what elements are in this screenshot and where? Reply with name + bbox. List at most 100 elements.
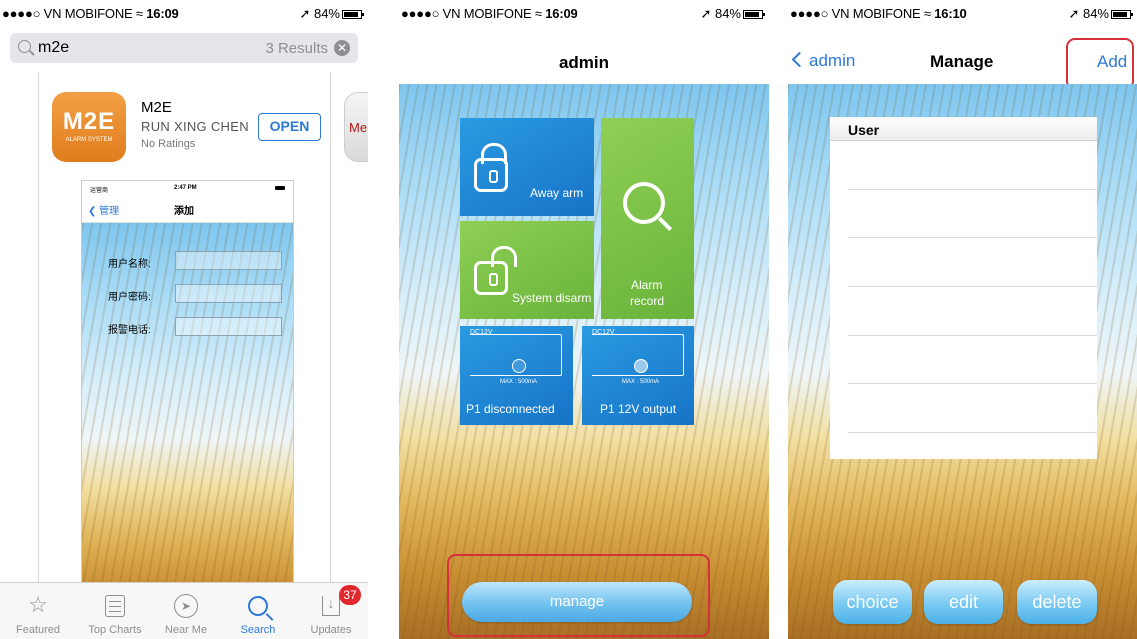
table-row[interactable]: [848, 383, 1097, 384]
alarm-record-label: record: [630, 294, 665, 308]
back-label: admin: [809, 51, 856, 70]
tab-top-charts[interactable]: Top Charts: [79, 583, 151, 639]
search-results: M2E ALARM SYSTEM M2E RUN XING CHEN No Ra…: [0, 72, 368, 638]
p1-disconnected-label: P1 disconnected: [466, 402, 555, 416]
status-bar: ●●●●○ VN MOBIFONE ≈ 16:10 ➚ 84%: [788, 0, 1137, 26]
tab-label: Near Me: [164, 624, 208, 636]
tab-label: Updates: [310, 624, 352, 636]
circuit-voltage: DC12V: [470, 329, 493, 336]
p1-output-label: P1 12V output: [600, 402, 677, 416]
tab-near-me[interactable]: ➤ Near Me: [150, 583, 222, 639]
screenshot-back-label: 管理: [99, 206, 120, 217]
tab-search[interactable]: Search: [222, 583, 294, 639]
screenshot-back-chevron-icon: ❮: [88, 206, 97, 217]
status-time: 16:09: [146, 6, 179, 21]
choice-button[interactable]: choice: [833, 580, 912, 624]
next-app-icon[interactable]: Me: [344, 92, 368, 162]
status-bar: ●●●●○ VN MOBIFONE ≈ 16:09 ➚ 84%: [399, 0, 769, 26]
appstore-screen: ●●●●○ VN MOBIFONE ≈ 16:09 ➚ 84% m2e 3 Re…: [0, 0, 368, 639]
open-button[interactable]: OPEN: [258, 113, 321, 141]
screenshot-input-field: [175, 317, 282, 336]
add-highlight-box: [1066, 38, 1134, 90]
delete-button[interactable]: delete: [1017, 580, 1097, 624]
screenshot-battery-icon: [275, 186, 285, 190]
p1-output-tile[interactable]: DC12V MAX : 500mA P1 12V output: [582, 326, 694, 425]
app-screenshot[interactable]: 运营商 2:47 PM ❮ 管理 添加 用户名称: 用户密码: 报警电话: 保存: [81, 180, 294, 638]
alarm-record-label: Alarm: [631, 278, 663, 292]
table-row[interactable]: [848, 237, 1097, 238]
table-row[interactable]: [848, 189, 1097, 190]
carrier-label: ●●●●○ VN MOBIFONE: [401, 6, 532, 21]
screenshot-field-label: 用户密码:: [108, 292, 151, 303]
page-title: Manage: [930, 52, 994, 71]
circuit-max: MAX : 500mA: [500, 379, 538, 385]
admin-screen: ●●●●○ VN MOBIFONE ≈ 16:09 ➚ 84% admin Aw…: [399, 0, 769, 639]
carrier-label: ●●●●○ VN MOBIFONE: [2, 6, 133, 21]
location-arrow-icon: ➚: [1068, 6, 1080, 21]
circuit-open-icon: DC12V MAX : 500mA: [470, 329, 562, 385]
tab-updates[interactable]: ↓ 37 Updates: [295, 583, 367, 639]
table-row[interactable]: [848, 335, 1097, 336]
edit-button[interactable]: edit: [924, 580, 1003, 624]
system-disarm-tile[interactable]: System disarm: [460, 221, 594, 319]
app-icon-subtext: ALARM SYSTEM: [65, 137, 113, 143]
chevron-left-icon: [791, 51, 808, 68]
away-arm-label: Away arm: [530, 186, 584, 200]
tab-label: Search: [240, 624, 276, 636]
magnifier-icon: [623, 182, 665, 224]
table-row[interactable]: [848, 432, 1097, 433]
back-button[interactable]: admin: [791, 51, 856, 71]
search-bar[interactable]: m2e 3 Results ✕: [10, 33, 358, 63]
screenshot-time: 2:47 PM: [174, 185, 197, 191]
p1-disconnected-tile[interactable]: DC12V MAX : 500mA P1 disconnected: [460, 326, 573, 425]
navbar: admin: [399, 26, 769, 84]
location-arrow-icon: ➚: [700, 6, 712, 21]
clear-search-icon[interactable]: ✕: [334, 40, 350, 56]
circuit-voltage: DC12V: [592, 329, 615, 336]
wifi-icon: ≈: [923, 6, 931, 21]
location-icon: ➤: [174, 594, 198, 619]
battery-icon: [743, 10, 765, 19]
list-icon: [105, 595, 125, 618]
bulb-icon: [512, 359, 526, 373]
screenshot-title: 添加: [174, 206, 194, 217]
search-icon: [248, 596, 268, 617]
battery-percent: 84%: [714, 6, 741, 21]
app-rating: No Ratings: [141, 138, 196, 150]
manage-screen: ●●●●○ VN MOBIFONE ≈ 16:10 ➚ 84% admin Ma…: [788, 0, 1137, 639]
page-title: admin: [558, 53, 610, 72]
bulb-lit-icon: [634, 359, 648, 373]
screenshot-field-label: 报警电话:: [108, 325, 151, 336]
table-row[interactable]: [848, 286, 1097, 287]
wifi-icon: ≈: [135, 6, 143, 21]
app-icon[interactable]: M2E ALARM SYSTEM: [52, 92, 126, 162]
screenshot-navbar: ❮ 管理 添加: [82, 195, 293, 223]
carrier-label: ●●●●○ VN MOBIFONE: [790, 6, 921, 21]
battery-percent: 84%: [1082, 6, 1109, 21]
screenshot-field-label: 用户名称:: [108, 259, 151, 270]
away-arm-tile[interactable]: Away arm: [460, 118, 594, 216]
search-icon: [18, 40, 31, 53]
lock-icon: [474, 143, 508, 192]
battery-icon: [342, 10, 364, 19]
tab-featured[interactable]: ☆ Featured: [2, 583, 74, 639]
app-developer: RUN XING CHEN: [141, 119, 249, 134]
card-divider: [330, 72, 331, 582]
tab-label: Featured: [15, 624, 61, 636]
column-header-user: User: [848, 122, 880, 138]
unlock-icon: [474, 246, 517, 295]
battery-percent: 84%: [313, 6, 340, 21]
tab-bar: ☆ Featured Top Charts ➤ Near Me Search ↓…: [0, 582, 368, 639]
user-table: User: [830, 117, 1097, 459]
app-name[interactable]: M2E: [141, 99, 172, 116]
card-divider: [38, 72, 39, 582]
status-bar: ●●●●○ VN MOBIFONE ≈ 16:09 ➚ 84%: [0, 0, 368, 26]
screenshot-input-field: [175, 284, 282, 303]
status-time: 16:10: [934, 6, 967, 21]
alarm-record-tile[interactable]: Alarm record: [601, 118, 694, 319]
tab-label: Top Charts: [88, 624, 142, 636]
wifi-icon: ≈: [534, 6, 542, 21]
search-query[interactable]: m2e: [38, 39, 69, 57]
manage-highlight-box: [447, 554, 710, 637]
system-disarm-label: System disarm: [512, 291, 592, 305]
